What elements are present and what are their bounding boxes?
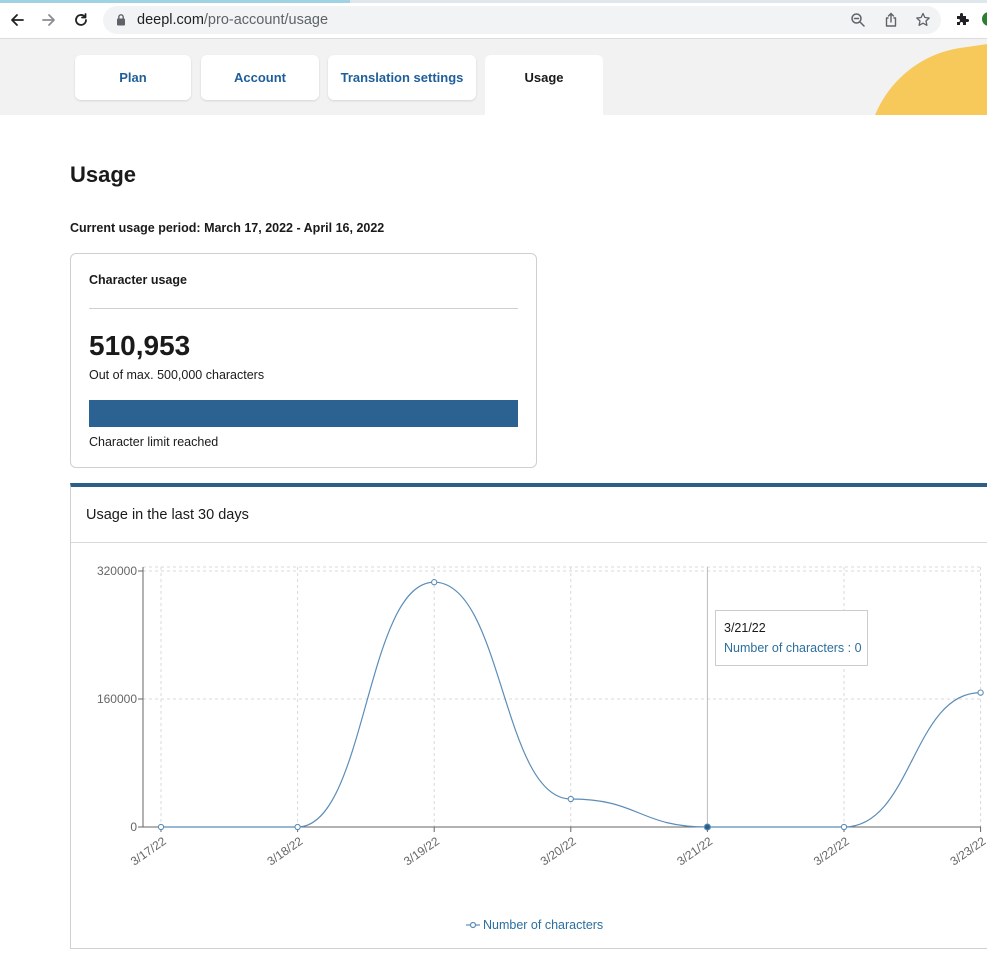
address-bar[interactable]: deepl.com/pro-account/usage — [103, 6, 941, 34]
legend-label: Number of characters — [483, 918, 604, 932]
character-usage-card: Character usage 510,953 Out of max. 500,… — [70, 253, 537, 468]
tooltip-value: Number of characters : 0 — [724, 641, 862, 655]
tooltip-date: 3/21/22 — [724, 621, 766, 635]
decorative-yellow-shape — [852, 39, 987, 115]
bookmark-star-icon[interactable] — [915, 12, 931, 28]
data-point — [703, 823, 711, 831]
active-tab-edge — [0, 0, 350, 3]
extensions-puzzle-icon[interactable] — [954, 11, 971, 28]
chart-legend[interactable]: Number of characters — [466, 918, 603, 932]
character-max-text: Out of max. 500,000 characters — [89, 368, 265, 382]
card-divider — [89, 308, 518, 309]
page-title: Usage — [70, 162, 137, 187]
y-tick-label: 320000 — [97, 564, 137, 578]
lock-icon — [117, 14, 125, 26]
reload-icon[interactable] — [70, 9, 92, 31]
data-point — [840, 823, 848, 831]
x-tick-label: 3/22/22 — [811, 834, 852, 869]
usage-period-label: Current usage period: — [70, 221, 201, 235]
character-usage-title: Character usage — [89, 273, 187, 287]
usage-period: Current usage period: March 17, 2022 - A… — [70, 221, 384, 235]
x-tick-label: 3/17/22 — [128, 834, 169, 869]
zoom-icon[interactable] — [850, 12, 866, 28]
x-tick-label: 3/18/22 — [264, 834, 305, 869]
back-arrow-icon[interactable] — [6, 9, 28, 31]
share-icon[interactable] — [883, 12, 899, 28]
usage-progress-bar — [89, 400, 518, 427]
data-point — [157, 823, 165, 831]
tab-usage[interactable]: Usage — [485, 55, 603, 115]
usage-line-chart[interactable]: 0 160000 320000 3/17/22 3/18/22 3/19/22 3/20/2… — [71, 487, 987, 953]
browser-toolbar: deepl.com/pro-account/usage — [0, 0, 987, 39]
data-point — [567, 795, 574, 803]
x-tick-label: 3/20/22 — [538, 834, 579, 869]
url-path: /pro-account/usage — [203, 12, 329, 28]
url-text: deepl.com/pro-account/usage — [137, 12, 328, 28]
usage-period-value: March 17, 2022 - April 16, 2022 — [204, 221, 385, 235]
chart-tooltip: 3/21/22 Number of characters : 0 — [715, 610, 868, 666]
profile-avatar-icon[interactable] — [982, 12, 987, 26]
x-tick-label: 3/19/22 — [401, 834, 442, 869]
x-tick-label: 3/23/22 — [947, 834, 987, 869]
x-tick-label: 3/21/22 — [674, 834, 715, 869]
usage-chart-card: Usage in the last 30 days 0 160000 320000 3… — [70, 483, 987, 949]
data-point — [431, 579, 438, 586]
forward-arrow-icon[interactable] — [38, 9, 60, 31]
account-tabs-header: Plan Account Translation settings Usage — [0, 39, 987, 115]
tab-account[interactable]: Account — [201, 55, 319, 100]
url-domain: deepl.com — [137, 12, 204, 28]
data-point — [977, 689, 984, 696]
y-tick-label: 0 — [130, 820, 137, 834]
y-tick-label: 160000 — [97, 692, 137, 706]
tab-plan[interactable]: Plan — [75, 55, 191, 100]
data-point — [294, 823, 301, 831]
legend-line-marker-icon — [466, 921, 480, 929]
limit-status-text: Character limit reached — [89, 435, 219, 449]
usage-progress-fill — [89, 400, 518, 427]
character-count: 510,953 — [89, 330, 191, 361]
tab-translation-settings[interactable]: Translation settings — [328, 55, 476, 100]
